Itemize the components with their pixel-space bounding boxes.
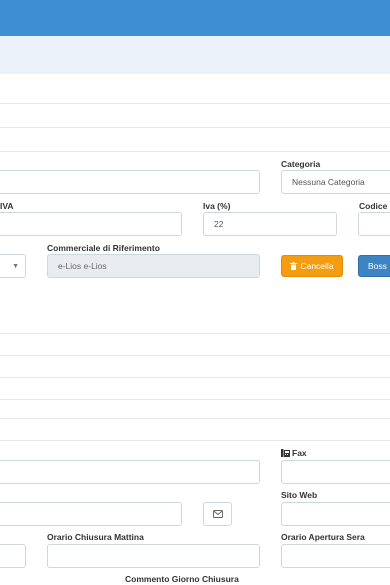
left-input-row1[interactable] [0, 170, 260, 194]
categoria-select[interactable]: Nessuna Categoria [281, 170, 390, 194]
email-input[interactable] [0, 502, 182, 526]
left-input-row5[interactable] [0, 460, 260, 484]
commento-giorno-chiusura-label: Commento Giorno Chiusura [125, 574, 239, 584]
orario-apertura-sera-label: Orario Apertura Sera [281, 532, 365, 542]
sito-web-input[interactable] [281, 502, 390, 526]
divider [0, 377, 390, 378]
boss-button[interactable]: Boss [358, 255, 390, 277]
divider [0, 418, 390, 419]
divider [0, 127, 390, 128]
sub-header-bar [0, 36, 390, 74]
cancella-label: Cancella [300, 261, 334, 271]
send-email-button[interactable] [203, 502, 232, 526]
fax-label-wrap: Fax [281, 448, 307, 458]
divider [0, 151, 390, 152]
left-time-input[interactable] [0, 544, 26, 568]
left-select[interactable]: ▼ [0, 254, 26, 278]
orario-chiusura-mattina-label: Orario Chiusura Mattina [47, 532, 144, 542]
orario-apertura-sera-input[interactable] [281, 544, 390, 568]
commerciale-label: Commerciale di Riferimento [47, 243, 160, 253]
divider [0, 355, 390, 356]
boss-label: Boss [368, 261, 387, 271]
iva-percent-label: Iva (%) [203, 201, 231, 211]
codice-input[interactable] [358, 212, 390, 236]
fax-icon [281, 449, 290, 457]
codice-label: Codice [359, 201, 388, 211]
envelope-icon [212, 510, 223, 518]
divider [0, 103, 390, 104]
sito-web-label: Sito Web [281, 490, 318, 500]
divider [0, 399, 390, 400]
cancella-button[interactable]: Cancella [281, 255, 343, 277]
orario-chiusura-mattina-input[interactable] [47, 544, 260, 568]
top-header-bar [0, 0, 390, 36]
divider [0, 440, 390, 441]
categoria-label: Categoria [281, 159, 321, 169]
partita-iva-label: IVA [0, 201, 14, 211]
caret-down-icon: ▼ [12, 262, 19, 270]
divider [0, 333, 390, 334]
commerciale-input: e-Lios e-Lios [47, 254, 260, 278]
partita-iva-input[interactable] [0, 212, 182, 236]
fax-label: Fax [292, 448, 307, 458]
trash-icon [290, 262, 298, 270]
fax-input[interactable] [281, 460, 390, 484]
iva-percent-input[interactable]: 22 [203, 212, 337, 236]
